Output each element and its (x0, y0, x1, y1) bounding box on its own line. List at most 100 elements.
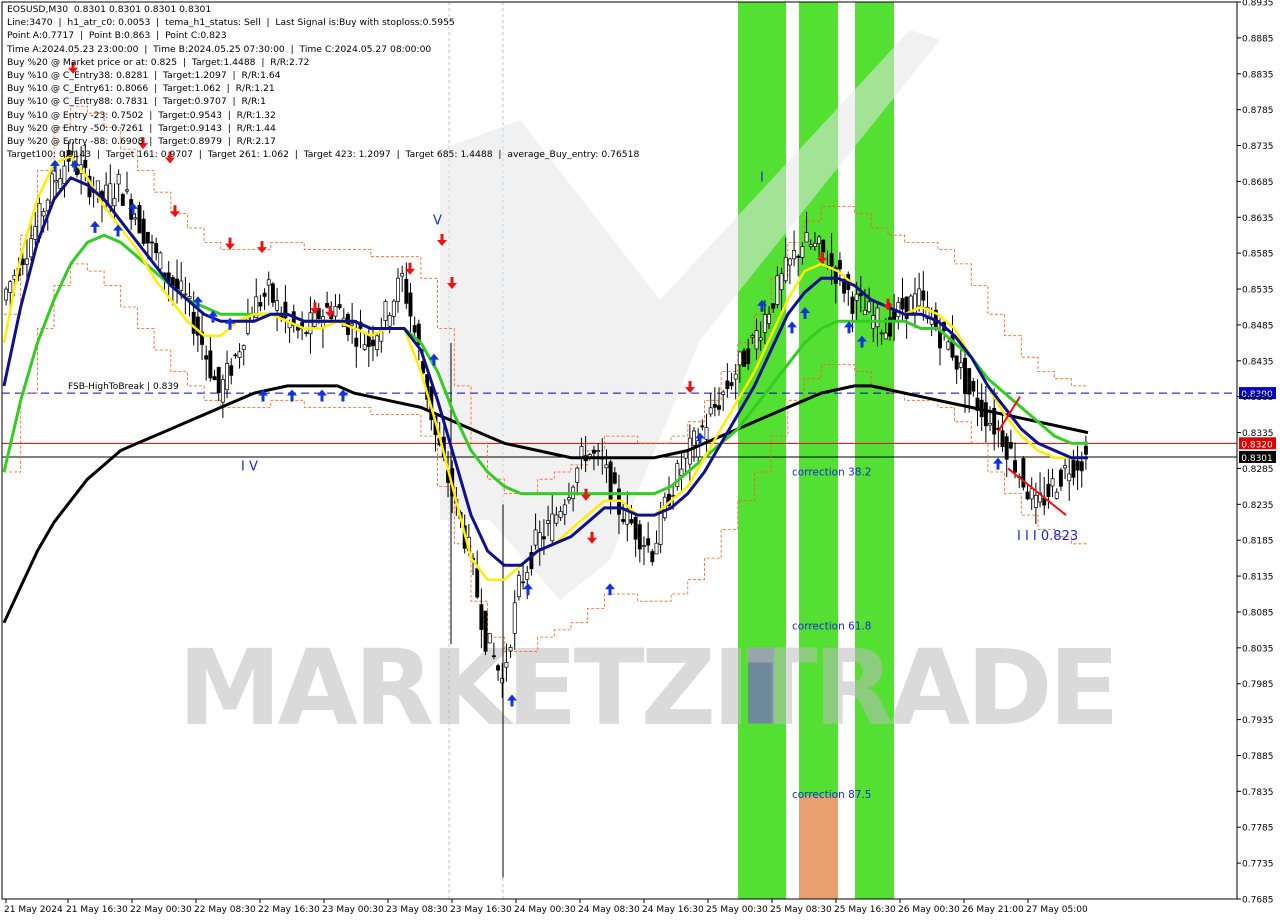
info-line: Buy %20 @ Entry -88: 0.6908 | Target:0.8… (7, 135, 276, 147)
candle-body (508, 647, 513, 652)
candle-body (220, 379, 225, 403)
candle-body (837, 260, 842, 270)
candle-body (1025, 491, 1030, 500)
candle-body (875, 307, 880, 328)
info-line: Target100: 0.9143 | Target 161: 0.9707 |… (7, 149, 640, 161)
candle-body (304, 332, 309, 334)
price-tag-label: 0.8320 (1241, 440, 1273, 450)
y-tick-label: 0.8835 (1242, 70, 1274, 80)
candle-body (792, 250, 797, 260)
candle-body (554, 514, 559, 524)
candle-body (566, 497, 571, 501)
y-tick-label: 0.8135 (1242, 573, 1274, 583)
candle-body (54, 180, 59, 183)
candle-body (479, 604, 484, 630)
x-tick-label: 25 May 16:30 (834, 905, 896, 915)
candle-body (762, 314, 767, 333)
candle-body (879, 332, 884, 335)
candle-body (1046, 483, 1051, 498)
candle-body (4, 288, 9, 301)
candle-body (541, 536, 546, 540)
candle-body (575, 467, 580, 483)
y-tick-label: 0.7985 (1242, 680, 1274, 690)
y-tick-label: 0.8235 (1242, 501, 1274, 511)
candle-body (8, 281, 13, 293)
y-tick-label: 0.8085 (1242, 608, 1274, 618)
candle-body (1029, 488, 1034, 500)
candle-body (612, 472, 617, 484)
candle-body (325, 302, 330, 308)
candle-body (938, 330, 942, 349)
candle-body (1008, 442, 1013, 449)
candle-body (775, 275, 780, 305)
candle-body (354, 337, 359, 347)
correction-label: correction 38.2 (792, 466, 871, 478)
candle-body (654, 542, 659, 555)
candle-body (216, 366, 221, 394)
candle-body (362, 344, 367, 350)
price-tag-label: 0.8301 (1241, 454, 1273, 464)
candle-body (692, 430, 696, 446)
candle-body (337, 304, 342, 309)
candle-body (262, 292, 267, 297)
candle-body (958, 362, 963, 368)
wave-label: I V (241, 460, 258, 475)
candle-body (521, 581, 526, 584)
candle-body (862, 309, 867, 316)
candle-body (191, 311, 196, 334)
x-tick-label: 25 May 08:30 (770, 905, 832, 915)
candle-body (396, 277, 400, 302)
y-tick-label: 0.8485 (1242, 321, 1274, 331)
candle-body (783, 256, 788, 282)
candle-body (1000, 430, 1005, 448)
y-tick-label: 0.8285 (1242, 465, 1274, 475)
candle-body (225, 363, 230, 391)
info-line: Buy %20 @ Entry -50: 0.7261 | Target:0.9… (7, 122, 276, 134)
x-tick-label: 21 May 2024 (4, 905, 63, 915)
x-tick-label: 21 May 16:30 (66, 905, 128, 915)
candle-body (24, 258, 29, 265)
info-line: Time A:2024.05.23 23:00:00 | Time B:2024… (7, 43, 432, 55)
candle-body (20, 258, 25, 266)
y-tick-label: 0.8435 (1242, 357, 1274, 367)
info-line: Buy %10 @ C_Entry61: 0.8066 | Target:1.0… (7, 83, 275, 95)
y-tick-label: 0.7685 (1242, 896, 1274, 906)
candle-body (308, 312, 313, 335)
candle-body (1071, 459, 1076, 478)
y-tick-label: 0.8335 (1242, 429, 1274, 439)
candle-body (829, 253, 834, 267)
y-tick-label: 0.8585 (1242, 250, 1274, 260)
candle-body (604, 464, 609, 469)
candle-body (375, 335, 380, 351)
y-tick-label: 0.8385 (1242, 393, 1274, 403)
candle-body (58, 178, 63, 189)
candle-body (646, 538, 651, 546)
y-tick-label: 0.8185 (1242, 537, 1274, 547)
candle-body (83, 159, 88, 168)
candle-body (633, 517, 638, 540)
candle-body (742, 350, 746, 367)
candle-body (767, 313, 772, 324)
candle-body (867, 301, 872, 313)
candle-body (404, 278, 409, 304)
candle-body (266, 279, 271, 286)
correction-label: correction 61.8 (792, 621, 871, 633)
candle-body (804, 232, 809, 243)
candle-body (408, 292, 413, 317)
watermark-text: MARKETZITRADE (178, 627, 1116, 749)
y-tick-label: 0.7835 (1242, 788, 1274, 798)
candle-body (241, 345, 246, 350)
candle-body (387, 315, 392, 327)
candle-body (333, 306, 338, 317)
candle-body (771, 303, 776, 309)
y-tick-label: 0.8735 (1242, 142, 1274, 152)
candle-body (546, 520, 551, 524)
candle-body (733, 373, 738, 380)
candle-body (1067, 473, 1072, 482)
x-tick-label: 25 May 00:30 (706, 905, 768, 915)
candle-body (133, 217, 138, 220)
candle-body (717, 405, 721, 410)
candle-body (779, 273, 784, 291)
candle-body (1013, 460, 1017, 473)
candle-body (637, 524, 642, 550)
